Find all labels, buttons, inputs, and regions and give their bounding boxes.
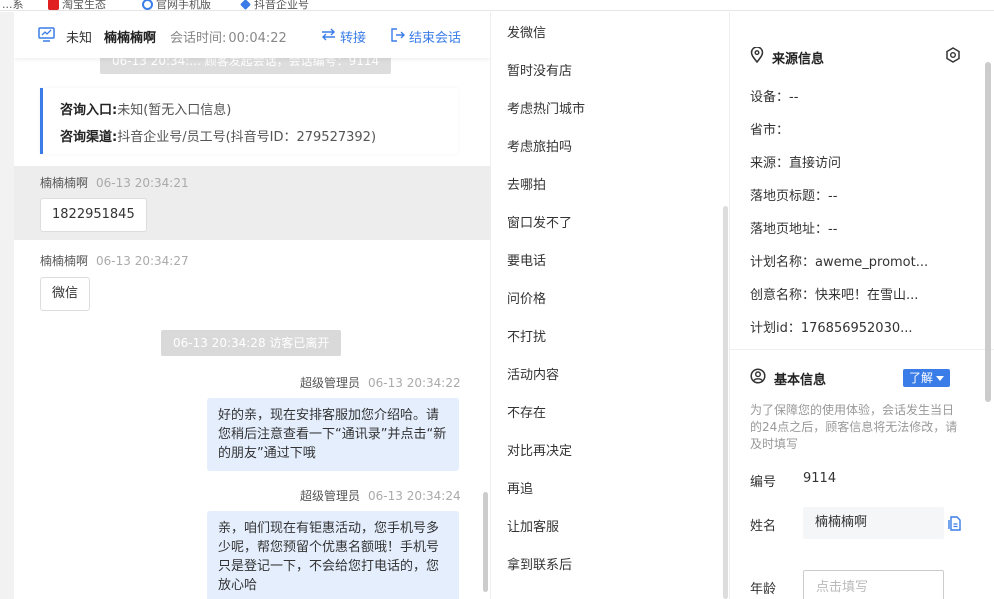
exit-icon <box>391 27 405 46</box>
entry-row: 咨询入口:未知(暂无入口信息) <box>60 103 232 118</box>
basic-info-title: 基本信息 <box>750 368 826 388</box>
bookmark-icon <box>48 0 59 10</box>
quick-reply-item[interactable]: 考虑旅拍吗 <box>507 138 572 158</box>
plan-id-row: 计划id：176856952030... <box>750 321 913 336</box>
message-meta: 超级管理员 06-13 20:34:24 <box>300 489 461 503</box>
message-bubble-outgoing[interactable]: 好的亲，现在安排客服加您介绍哈。请您稍后注意查看一下“通讯录”并点击“新的朋友”… <box>207 398 459 471</box>
channel-row: 咨询渠道:抖音企业号/员工号(抖音号ID：279527392) <box>60 130 377 145</box>
quick-reply-item[interactable]: 去哪拍 <box>507 176 546 196</box>
landing-url-row: 落地页地址：-- <box>750 222 838 237</box>
bookmark-item[interactable]: 官网手机版 <box>142 0 211 10</box>
quick-reply-item[interactable]: 拿到联系后 <box>507 556 572 576</box>
quick-reply-item[interactable]: 对比再决定 <box>507 442 572 462</box>
section-divider <box>730 349 994 357</box>
name-field[interactable]: 楠楠楠啊 <box>803 507 944 539</box>
visitor-left-message: 06-13 20:34:28 访客已离开 <box>161 330 342 356</box>
bookmark-icon <box>142 0 153 10</box>
origin-row: 来源：直接访问 <box>750 156 842 171</box>
bookmark-item[interactable]: 淘宝生态 <box>48 0 106 10</box>
message-bubble-incoming[interactable]: 微信 <box>40 277 91 311</box>
copy-icon[interactable] <box>948 516 961 535</box>
message-bubble-outgoing[interactable]: 亲，咱们现在有钜惠活动，您手机号多少呢，帮您预留个优惠名额哦！手机号只是登记一下… <box>207 511 459 599</box>
landing-title-row: 落地页标题：-- <box>750 189 838 204</box>
quick-reply-item[interactable]: 不存在 <box>507 404 546 424</box>
visitor-status: 未知 <box>66 31 93 46</box>
id-value: 9114 <box>803 471 837 486</box>
plan-name-row: 计划名称：aweme_promot... <box>750 255 929 270</box>
end-session-button[interactable]: 结束会话 <box>391 27 461 46</box>
bookmark-item[interactable]: ...系 <box>2 0 24 10</box>
quick-reply-item[interactable]: 不打扰 <box>507 328 546 348</box>
quick-reply-item[interactable]: 暂时没有店 <box>507 62 572 82</box>
session-time: 会话时间: 00:04:22 <box>170 31 287 46</box>
learn-dropdown-button[interactable]: 了解 <box>903 369 951 387</box>
quick-reply-item[interactable]: 让加客服 <box>507 518 559 538</box>
chat-scrollbar[interactable] <box>483 492 488 592</box>
message-meta: 超级管理员 06-13 20:34:22 <box>300 376 461 390</box>
quick-reply-scrollbar[interactable] <box>723 206 728 599</box>
browser-bookmark-bar: ...系 淘宝生态 官网手机版 抖音企业号 <box>0 0 994 11</box>
settings-icon[interactable] <box>944 46 962 68</box>
left-gutter <box>0 12 14 599</box>
device-row: 设备：-- <box>750 90 799 105</box>
province-row: 省市： <box>750 123 790 138</box>
id-label: 编号 <box>750 475 777 490</box>
info-scrollbar[interactable] <box>985 62 991 402</box>
caret-down-icon <box>936 369 945 387</box>
creative-name-row: 创意名称：快来吧！在雪山... <box>750 288 919 303</box>
quick-reply-panel: 发微信 暂时没有店 考虑热门城市 考虑旅拍吗 去哪拍 窗口发不了 要电话 问价格… <box>490 12 730 599</box>
visitor-name: 楠楠楠啊 <box>104 31 157 46</box>
quick-reply-item[interactable]: 问价格 <box>507 290 546 310</box>
source-info-title: 来源信息 <box>750 46 824 67</box>
chat-header: 未知 楠楠楠啊 会话时间: 00:04:22 转接 结束会话 <box>14 12 490 58</box>
quick-reply-item[interactable]: 要电话 <box>507 252 546 272</box>
quick-reply-item[interactable]: 活动内容 <box>507 366 559 386</box>
quick-reply-item[interactable]: 考虑热门城市 <box>507 100 585 120</box>
user-circle-icon <box>750 368 766 388</box>
edit-notice: 为了保障您的使用体验，会话发生当日的24点之后，顾客信息将无法修改，请及时填写 <box>750 403 958 451</box>
name-label: 姓名 <box>750 519 777 534</box>
transfer-icon <box>321 28 336 45</box>
entry-info-card: 咨询入口:未知(暂无入口信息) 咨询渠道:抖音企业号/员工号(抖音号ID：279… <box>40 88 458 154</box>
message-meta: 楠楠楠啊 06-13 20:34:27 <box>40 254 189 268</box>
visitor-info-panel: 来源信息 设备：-- 省市： 来源：直接访问 落地页标题：-- 落地页地址：--… <box>730 12 994 599</box>
quick-reply-item[interactable]: 窗口发不了 <box>507 214 572 234</box>
age-label: 年龄 <box>750 582 777 597</box>
transfer-button[interactable]: 转接 <box>321 27 366 46</box>
bookmark-item[interactable]: 抖音企业号 <box>240 0 309 10</box>
quick-reply-item[interactable]: 再追 <box>507 480 533 500</box>
quick-reply-item[interactable]: 发微信 <box>507 24 546 44</box>
message-bubble-incoming[interactable]: 1822951845 <box>40 198 147 232</box>
chat-panel: 未知 楠楠楠啊 会话时间: 00:04:22 转接 结束会话 06-13 20:3… <box>14 12 490 599</box>
monitor-icon <box>38 27 55 46</box>
location-pin-icon <box>750 46 764 67</box>
bookmark-icon <box>240 0 251 10</box>
message-meta: 楠楠楠啊 06-13 20:34:21 <box>40 176 189 190</box>
age-input[interactable] <box>803 570 944 599</box>
